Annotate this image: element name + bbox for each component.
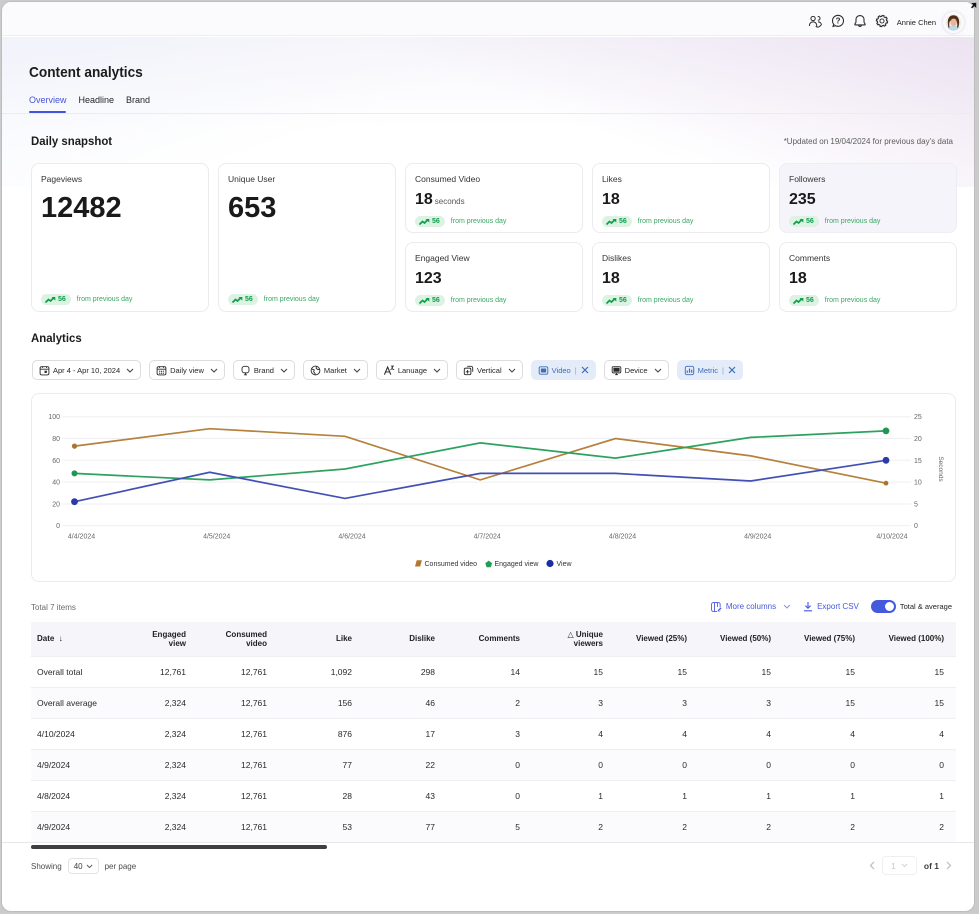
svg-text:0: 0: [914, 523, 918, 530]
svg-text:4/6/2024: 4/6/2024: [338, 534, 365, 541]
svg-text:10: 10: [914, 480, 922, 487]
svg-text:15: 15: [914, 458, 922, 465]
svg-text:20: 20: [914, 436, 922, 443]
svg-text:Engaged view: Engaged view: [495, 561, 540, 568]
svg-text:Seconds: Seconds: [937, 456, 944, 482]
svg-text:4/7/2024: 4/7/2024: [474, 534, 501, 541]
svg-text:4/9/2024: 4/9/2024: [744, 534, 771, 541]
svg-text:4/10/2024: 4/10/2024: [876, 534, 907, 541]
svg-text:60: 60: [52, 458, 60, 465]
svg-text:40: 40: [52, 480, 60, 487]
svg-text:Consumed video: Consumed video: [425, 561, 478, 568]
svg-text:4/4/2024: 4/4/2024: [68, 534, 95, 541]
svg-text:0: 0: [56, 523, 60, 530]
svg-text:?: ?: [836, 17, 841, 26]
svg-text:5: 5: [914, 502, 918, 509]
svg-text:100: 100: [48, 414, 60, 421]
svg-text:80: 80: [52, 436, 60, 443]
svg-text:4/5/2024: 4/5/2024: [203, 534, 230, 541]
svg-text:4/8/2024: 4/8/2024: [609, 534, 636, 541]
svg-text:25: 25: [914, 414, 922, 421]
svg-text:View: View: [557, 561, 573, 568]
svg-text:20: 20: [52, 502, 60, 509]
